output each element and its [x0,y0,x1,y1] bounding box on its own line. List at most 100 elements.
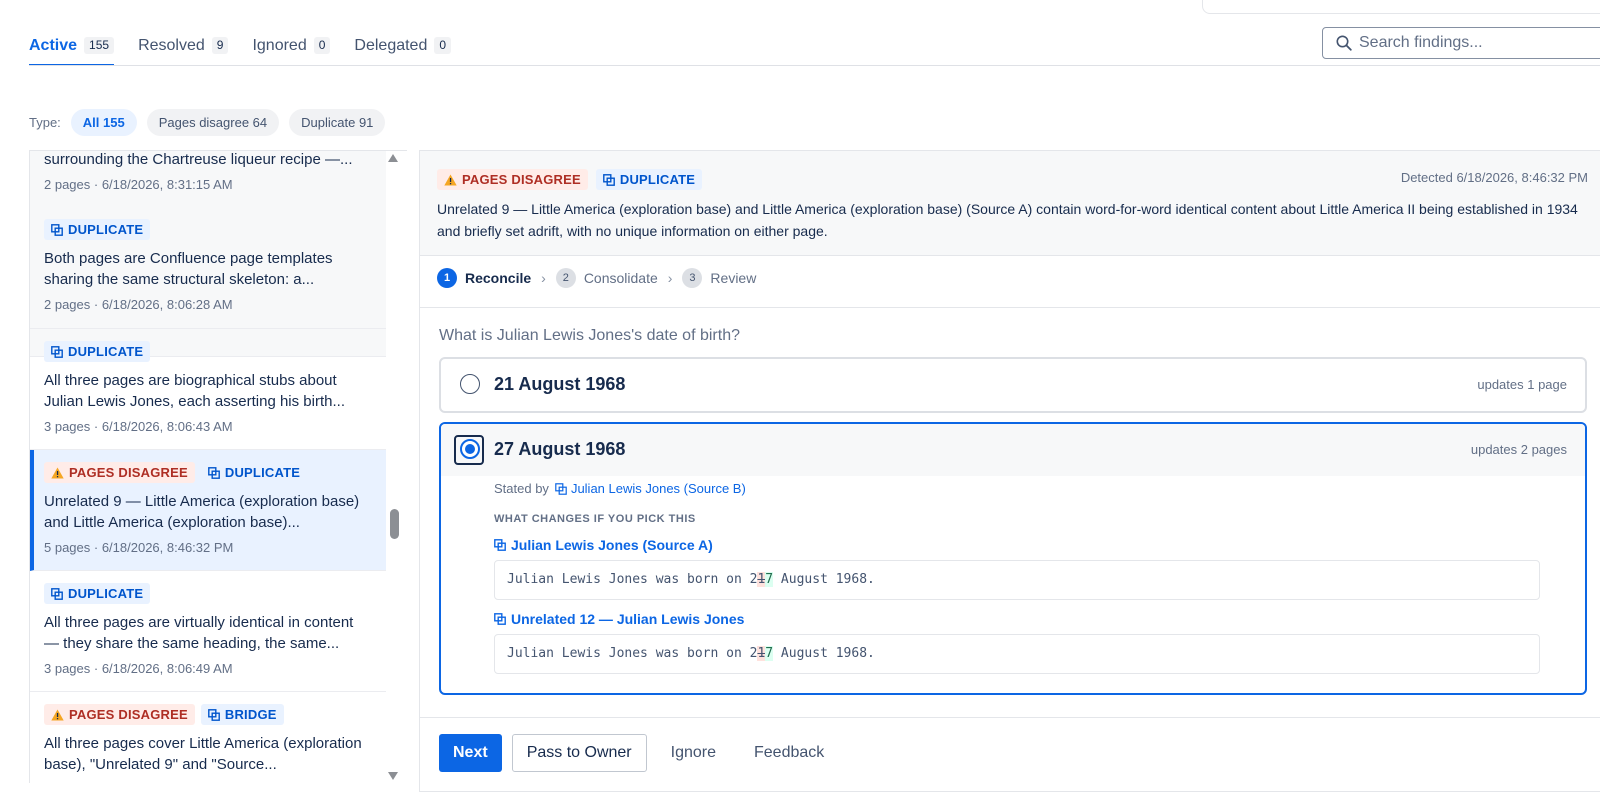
list-item[interactable]: DUPLICATE All three pages are virtually … [30,571,386,692]
page-icon [494,539,506,551]
steps-divider [420,307,1600,308]
chevron-right-icon: › [667,270,673,286]
badge-label: DUPLICATE [224,465,301,480]
pages-disagree-badge: PAGES DISAGREE [44,462,195,483]
step-reconcile[interactable]: 1 Reconcile [437,268,531,288]
step-number: 3 [682,268,703,288]
tab-label: Delegated [354,37,428,54]
list-item[interactable]: PAGES DISAGREE BRIDGE All three pages co… [30,692,386,783]
answer-option-1[interactable]: 21 August 1968 updates 1 page [439,357,1587,413]
type-filter: Type: All 155 Pages disagree 64 Duplicat… [29,109,395,136]
source-name: Julian Lewis Jones (Source B) [570,481,746,496]
step-consolidate[interactable]: 2 Consolidate [555,268,658,288]
finding-detail-panel: PAGES DISAGREE DUPLICATE Detected 6/18/2… [419,150,1600,792]
change-page-link[interactable]: Julian Lewis Jones (Source A) [494,537,713,553]
change-page-title: Julian Lewis Jones (Source A) [511,537,713,553]
step-label: Review [710,270,757,286]
search-box [1322,27,1600,59]
scroll-up-arrow-icon[interactable] [388,154,398,162]
what-changes-heading: WHAT CHANGES IF YOU PICK THIS [494,513,696,525]
finding-meta: 2 pages · 6/18/2026, 8:31:15 AM [44,177,233,192]
badge-label: DUPLICATE [619,172,696,187]
finding-meta: 5 pages · 6/18/2026, 8:46:32 PM [44,540,234,555]
option-updates: updates 1 page [1477,377,1567,392]
finding-summary: Both pages are Confluence page templates… [44,250,333,288]
tab-resolved[interactable]: Resolved 9 [138,30,229,66]
bridge-icon [207,708,220,721]
change-diff: Julian Lewis Jones was born on 217 Augus… [494,560,1540,600]
finding-summary: surrounding the Chartreuse liqueur recip… [44,151,353,168]
status-tabs: Active 155 Resolved 9 Ignored 0 Delegate… [29,30,475,66]
stated-by-source-link[interactable]: Julian Lewis Jones (Source B) [555,481,746,496]
next-button[interactable]: Next [439,734,502,772]
tab-delegated[interactable]: Delegated 0 [354,30,452,66]
badge-label: DUPLICATE [68,222,144,237]
duplicate-icon [51,587,63,600]
badge-label: PAGES DISAGREE [69,707,188,722]
duplicate-badge: DUPLICATE [200,462,308,483]
chip-duplicate[interactable]: Duplicate 91 [289,109,386,136]
scrollbar-thumb[interactable] [390,509,399,539]
stated-by-label: Stated by [494,481,549,496]
badge-label: DUPLICATE [68,344,144,359]
chip-pages-disagree[interactable]: Pages disagree 64 [146,109,280,136]
step-label: Consolidate [583,270,658,286]
bridge-badge: BRIDGE [200,704,284,725]
tab-ignored[interactable]: Ignored 0 [252,30,331,66]
finding-meta: 2 pages · 6/18/2026, 8:06:28 AM [44,297,233,312]
list-item-selected[interactable]: PAGES DISAGREE DUPLICATE Unrelated 9 — L… [30,450,386,571]
finding-summary: All three pages cover Little America (ex… [44,735,362,773]
step-number: 1 [437,268,457,288]
tab-count: 0 [434,37,452,54]
option-label: 27 August 1968 [494,439,626,459]
duplicate-icon [51,345,63,358]
finding-meta: 3 pages · 6/18/2026, 8:06:43 AM [44,419,233,434]
pages-disagree-badge: PAGES DISAGREE [437,169,588,190]
chevron-right-icon: › [541,270,546,286]
duplicate-icon [602,173,615,186]
radio-button-selected[interactable] [460,439,480,459]
list-item[interactable]: DUPLICATE Both pages are Confluence page… [30,207,386,329]
duplicate-badge: DUPLICATE [595,169,703,190]
badge-label: DUPLICATE [68,586,144,601]
change-page-link[interactable]: Unrelated 12 — Julian Lewis Jones [494,611,744,627]
scroll-down-arrow-icon[interactable] [388,772,398,780]
tab-label: Resolved [138,37,205,54]
tab-active[interactable]: Active 155 [29,30,115,66]
answer-option-2[interactable]: 27 August 1968 updates 2 pages Stated by… [439,422,1587,695]
workflow-steps: 1 Reconcile › 2 Consolidate › 3 Review [437,267,756,289]
detected-timestamp: Detected 6/18/2026, 8:46:32 PM [1400,170,1588,185]
finding-summary: Unrelated 9 — Little America (exploratio… [44,493,360,531]
pass-to-owner-button[interactable]: Pass to Owner [511,734,647,772]
type-filter-label: Type: [29,115,61,130]
diff-text: August 1968. [773,646,875,661]
warning-icon [51,709,64,720]
reconcile-question: What is Julian Lewis Jones's date of bir… [439,327,740,344]
step-label: Reconcile [465,270,532,286]
feedback-button[interactable]: Feedback [740,734,838,772]
tab-count: 0 [313,37,331,54]
diff-added: 7 [765,646,774,661]
tabs-divider [29,65,1600,66]
badge-label: PAGES DISAGREE [462,172,581,187]
step-number: 2 [555,268,576,288]
finding-description: Unrelated 9 — Little America (exploratio… [437,201,1578,239]
duplicate-badge: DUPLICATE [44,219,151,240]
duplicate-badge: DUPLICATE [44,583,151,604]
top-panel-edge [1202,0,1600,14]
warning-icon [444,174,457,185]
ignore-button[interactable]: Ignore [657,734,730,772]
chip-all[interactable]: All 155 [70,109,137,136]
tab-label: Ignored [252,37,307,54]
step-review[interactable]: 3 Review [682,268,756,288]
search-input[interactable] [1359,31,1599,55]
option-label: 21 August 1968 [494,374,626,394]
list-scrollbar[interactable] [384,150,402,782]
radio-button[interactable] [460,374,480,394]
list-item[interactable]: DUPLICATE All three pages are biographic… [30,329,386,450]
badge-label: PAGES DISAGREE [69,465,188,480]
pages-disagree-badge: PAGES DISAGREE [44,704,195,725]
page-icon [555,482,567,495]
change-diff: Julian Lewis Jones was born on 217 Augus… [494,634,1540,674]
action-bar: Next Pass to Owner Ignore Feedback [439,734,838,772]
